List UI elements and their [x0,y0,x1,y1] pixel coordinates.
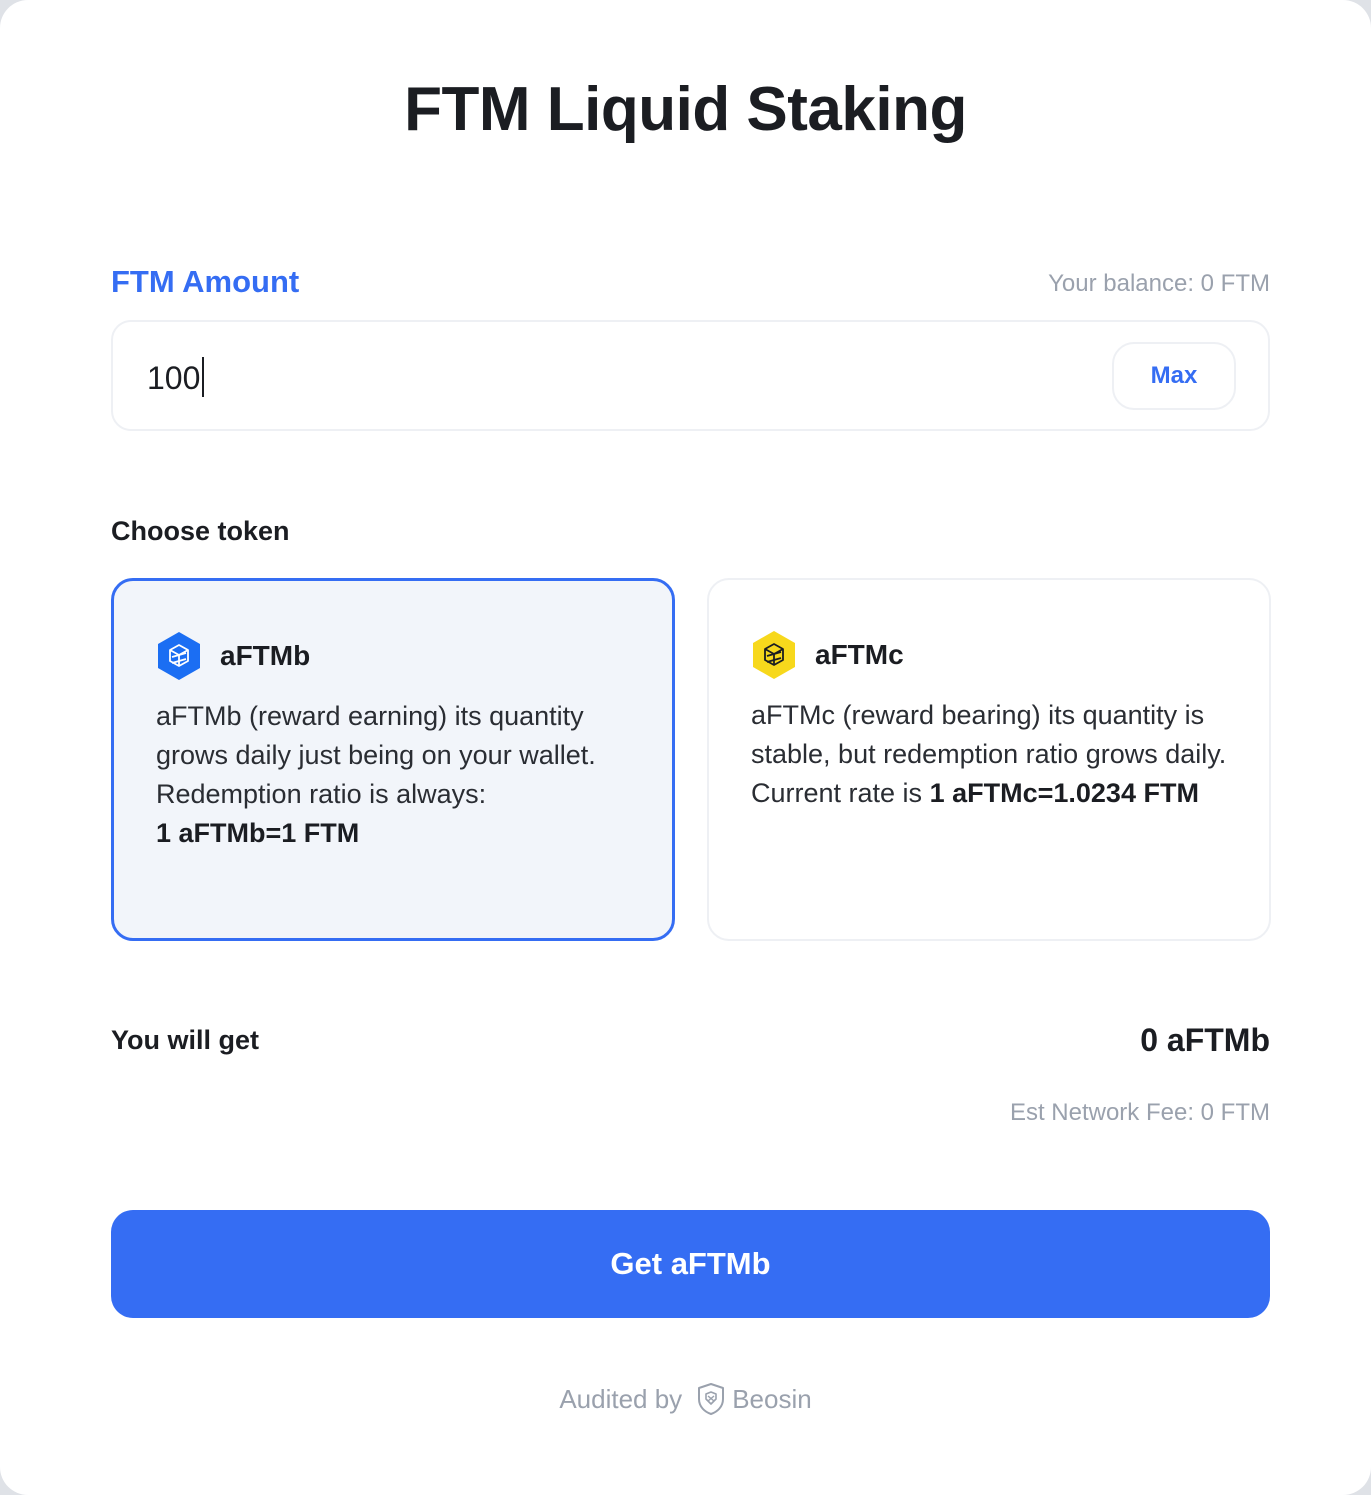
you-will-get-label: You will get [111,1025,259,1055]
token-name: aFTMc [815,639,904,670]
audited-by-footer: Audited by Beosin [0,1382,1371,1416]
token-rate-prefix: Current rate is [751,778,923,808]
get-aftmb-button[interactable]: Get aFTMb [111,1210,1270,1318]
balance-text: Your balance: 0 FTM [1048,270,1270,297]
token-header: aFTMb [156,631,632,681]
page-title: FTM Liquid Staking [404,75,967,144]
token-description: aFTMc (reward bearing) its quantity is s… [751,696,1229,813]
token-header: aFTMc [751,630,1229,680]
network-fee-text: Est Network Fee: 0 FTM [1009,1099,1270,1126]
amount-field[interactable]: Max [111,320,1270,431]
staking-card: FTM Liquid Staking FTM Amount Your balan… [0,0,1371,1495]
text-caret [202,357,204,397]
token-desc-text: aFTMc (reward bearing) its quantity is s… [751,700,1227,769]
amount-input[interactable] [147,356,1047,400]
aftmc-hexagon-icon [753,631,795,679]
token-option-aftmb[interactable]: aFTMb aFTMb (reward earning) its quantit… [111,578,675,941]
token-rate: 1 aFTMb=1 FTM [156,818,360,848]
token-desc-text: aFTMb (reward earning) its quantity grow… [156,701,596,809]
token-name: aFTMb [220,640,311,671]
token-description: aFTMb (reward earning) its quantity grow… [156,697,632,853]
beosin-shield-icon [698,1383,725,1415]
token-option-aftmc[interactable]: aFTMc aFTMc (reward bearing) its quantit… [707,578,1271,941]
aftmb-hexagon-icon [158,632,200,680]
token-rate: 1 aFTMc=1.0234 FTM [929,778,1199,808]
audited-by-label: Audited by [559,1383,683,1414]
you-will-get-value: 0 aFTMb [1140,1022,1270,1058]
choose-token-label: Choose token [111,516,290,546]
max-button[interactable]: Max [1112,342,1236,410]
amount-label: FTM Amount [111,264,300,299]
auditor-name[interactable]: Beosin [732,1384,812,1415]
